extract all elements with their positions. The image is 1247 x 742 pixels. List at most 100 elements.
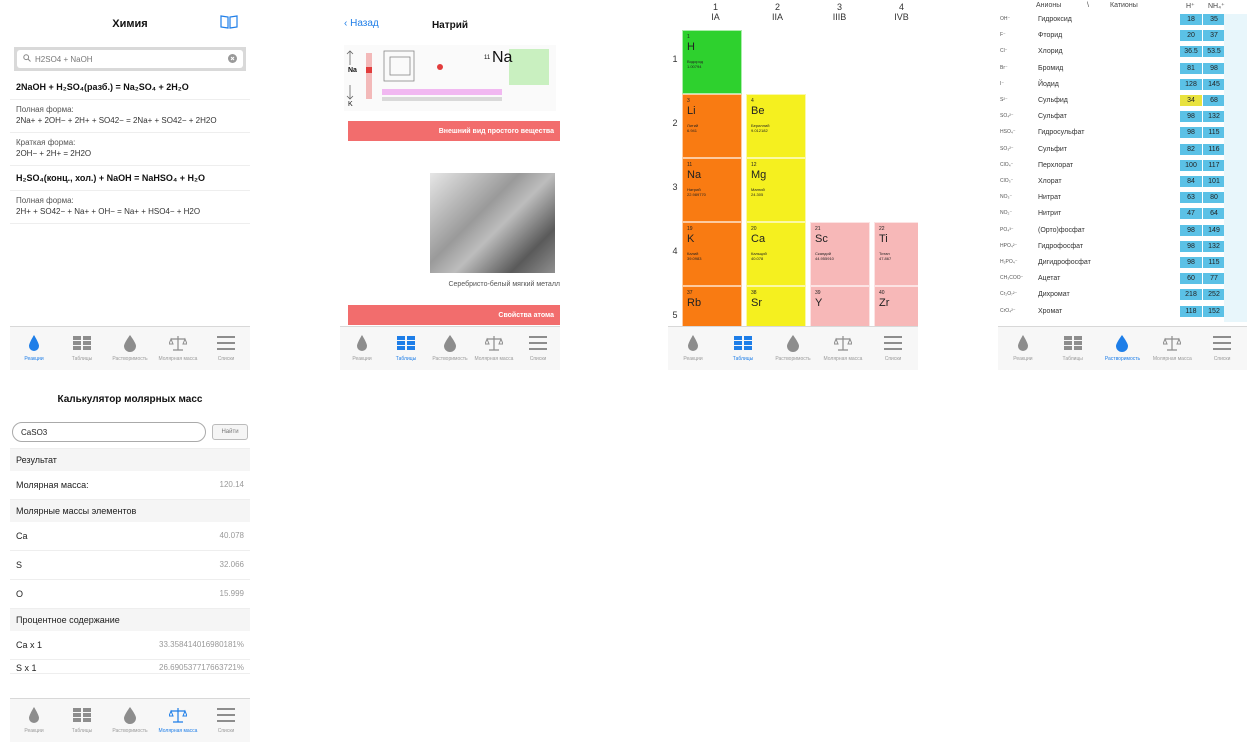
table-row[interactable]: SO₄²⁻ Сульфат 98 132: [998, 111, 1247, 123]
h-cell[interactable]: 128: [1180, 78, 1202, 90]
tab-table[interactable]: Таблицы: [58, 699, 106, 742]
table-row[interactable]: I⁻ Йодид 128 145: [998, 78, 1247, 90]
h-cell[interactable]: 18: [1180, 14, 1202, 25]
tab-list[interactable]: Списки: [202, 699, 250, 742]
nh4-cell[interactable]: 98: [1203, 62, 1225, 74]
table-row[interactable]: SO₃²⁻ Сульфит 82 116: [998, 143, 1247, 155]
table-row[interactable]: CH₃COO⁻ Ацетат 60 77: [998, 273, 1247, 285]
nh4-cell[interactable]: 132: [1203, 111, 1225, 123]
h-cell[interactable]: 98: [1180, 257, 1202, 268]
tab-drop[interactable]: Растворимость: [106, 699, 154, 742]
table-row[interactable]: S²⁻ Сульфид 34 68: [998, 95, 1247, 106]
table-row[interactable]: CrO₄²⁻ Хромат 118 152: [998, 305, 1247, 317]
table-row[interactable]: H₂PO₄⁻ Дигидрофосфат 98 115: [998, 257, 1247, 268]
nh4-cell[interactable]: 116: [1203, 143, 1225, 155]
table-row[interactable]: Cl⁻ Хлорид 36.5 53.5: [998, 46, 1247, 58]
table-row[interactable]: OH⁻ Гидроксид 18 35: [998, 14, 1247, 25]
nh4-cell[interactable]: 77: [1203, 273, 1225, 285]
tab-scales[interactable]: Молярная масса: [154, 327, 202, 370]
nh4-cell[interactable]: 101: [1203, 176, 1225, 187]
h-cell[interactable]: 20: [1180, 30, 1202, 42]
h-cell[interactable]: 98: [1180, 224, 1202, 236]
h-cell[interactable]: 34: [1180, 95, 1202, 106]
tab-list[interactable]: Списки: [868, 327, 918, 370]
nh4-cell[interactable]: 252: [1203, 289, 1225, 301]
h-cell[interactable]: 81: [1180, 62, 1202, 74]
table-row[interactable]: ClO₄⁻ Перхлорат 100 117: [998, 159, 1247, 171]
nh4-cell[interactable]: 37: [1203, 30, 1225, 42]
table-row[interactable]: NO₂⁻ Нитрит 47 64: [998, 208, 1247, 220]
h-cell[interactable]: 84: [1180, 176, 1202, 187]
tab-drop-flask[interactable]: Реакции: [998, 327, 1048, 370]
nh4-cell[interactable]: 149: [1203, 224, 1225, 236]
clear-icon[interactable]: [228, 53, 237, 65]
h-cell[interactable]: 98: [1180, 127, 1202, 139]
element-cell[interactable]: 3 Li Литий 6.941: [682, 94, 742, 158]
tab-list[interactable]: Списки: [202, 327, 250, 370]
h-cell[interactable]: 100: [1180, 159, 1202, 171]
tab-drop[interactable]: Растворимость: [768, 327, 818, 370]
tab-drop[interactable]: Растворимость: [428, 327, 472, 370]
h-cell[interactable]: 82: [1180, 143, 1202, 155]
tab-table[interactable]: Таблицы: [384, 327, 428, 370]
search-input[interactable]: H2SO4 + NaOH: [17, 50, 243, 68]
h-cell[interactable]: 118: [1180, 305, 1202, 317]
h-cell[interactable]: 218: [1180, 289, 1202, 301]
tab-list[interactable]: Списки: [516, 327, 560, 370]
h-cell[interactable]: 36.5: [1180, 46, 1202, 58]
tab-drop-flask[interactable]: Реакции: [10, 699, 58, 742]
tab-table[interactable]: Таблицы: [58, 327, 106, 370]
table-row[interactable]: HPO₄²⁻ Гидрофосфат 98 132: [998, 240, 1247, 252]
table-row[interactable]: ClO₃⁻ Хлорат 84 101: [998, 176, 1247, 187]
table-row[interactable]: F⁻ Фторид 20 37: [998, 30, 1247, 42]
book-icon[interactable]: [220, 15, 238, 34]
appearance-section-header[interactable]: Внешний вид простого вещества: [348, 121, 560, 141]
reaction-equation[interactable]: 2NaOH + H₂SO₄(разб.) = Na₂SO₄ + 2H₂O: [10, 75, 250, 100]
back-button[interactable]: ‹ Назад: [344, 18, 379, 29]
tab-scales[interactable]: Молярная масса: [818, 327, 868, 370]
table-row[interactable]: Cr₂O₇²⁻ Дихромат 218 252: [998, 289, 1247, 301]
nh4-cell[interactable]: 115: [1203, 257, 1225, 268]
atom-properties-section-header[interactable]: Свойства атома: [348, 305, 560, 325]
h-cell[interactable]: 98: [1180, 111, 1202, 123]
h-cell[interactable]: 98: [1180, 240, 1202, 252]
tab-drop[interactable]: Растворимость: [106, 327, 154, 370]
element-cell[interactable]: 4 Be Бериллий 9.012182: [746, 94, 806, 158]
tab-scales[interactable]: Молярная масса: [154, 699, 202, 742]
nh4-cell[interactable]: 64: [1203, 208, 1225, 220]
nh4-cell[interactable]: 53.5: [1203, 46, 1225, 58]
nh4-cell[interactable]: 145: [1203, 78, 1225, 90]
tab-scales[interactable]: Молярная масса: [1147, 327, 1197, 370]
h-cell[interactable]: 63: [1180, 192, 1202, 204]
h-cell[interactable]: 60: [1180, 273, 1202, 285]
element-cell[interactable]: 19 K Калий 39.0983: [682, 222, 742, 286]
element-cell[interactable]: 12 Mg Магний 24.305: [746, 158, 806, 222]
reaction-equation[interactable]: H₂SO₄(конц., хол.) + NaOH = NaHSO₄ + H₂O: [10, 166, 250, 191]
nh4-cell[interactable]: 117: [1203, 159, 1225, 171]
element-cell[interactable]: 20 Ca Кальций 40.078: [746, 222, 806, 286]
nh4-cell[interactable]: 152: [1203, 305, 1225, 317]
tab-table[interactable]: Таблицы: [1048, 327, 1098, 370]
element-cell[interactable]: 11 Na Натрий 22.989770: [682, 158, 742, 222]
table-row[interactable]: NO₃⁻ Нитрат 63 80: [998, 192, 1247, 204]
tab-drop-flask[interactable]: Реакции: [340, 327, 384, 370]
formula-input[interactable]: CaSO3: [12, 422, 206, 442]
find-button[interactable]: Найти: [212, 424, 248, 440]
tab-drop-flask[interactable]: Реакции: [668, 327, 718, 370]
table-row[interactable]: Br⁻ Бромид 81 98: [998, 62, 1247, 74]
tab-table[interactable]: Таблицы: [718, 327, 768, 370]
nh4-cell[interactable]: 132: [1203, 240, 1225, 252]
nh4-cell[interactable]: 35: [1203, 14, 1225, 25]
tab-drop-flask[interactable]: Реакции: [10, 327, 58, 370]
h-cell[interactable]: 47: [1180, 208, 1202, 220]
table-row[interactable]: PO₄³⁻ (Орто)фосфат 98 149: [998, 224, 1247, 236]
table-row[interactable]: HSO₄⁻ Гидросульфат 98 115: [998, 127, 1247, 139]
element-cell[interactable]: 22 Ti Титан 47.867: [874, 222, 918, 286]
tab-list[interactable]: Списки: [1197, 327, 1247, 370]
nh4-cell[interactable]: 80: [1203, 192, 1225, 204]
element-cell[interactable]: 1 H Водород 1.00794: [682, 30, 742, 94]
element-cell[interactable]: 21 Sc Скандий 44.955910: [810, 222, 870, 286]
tab-scales[interactable]: Молярная масса: [472, 327, 516, 370]
nh4-cell[interactable]: 68: [1203, 95, 1225, 106]
tab-drop[interactable]: Растворимость: [1098, 327, 1148, 370]
